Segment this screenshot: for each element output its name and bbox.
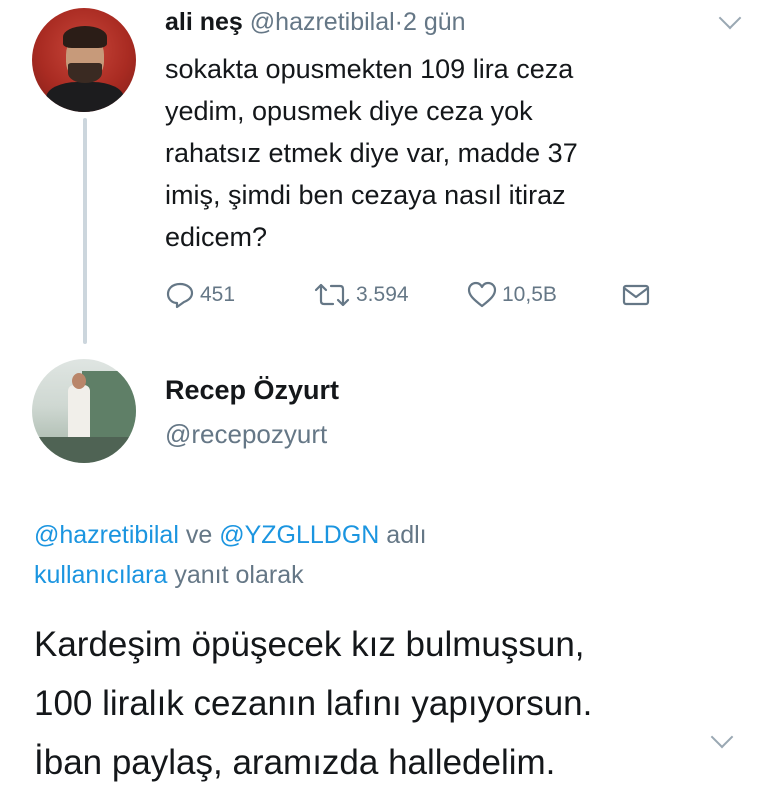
replying-to-line: @hazretibilal ve @YZGLLDGN adlı — [34, 515, 734, 555]
replying-suffix: adlı — [386, 521, 427, 549]
author-name[interactable]: ali neş — [165, 8, 243, 36]
mail-icon — [622, 284, 650, 306]
like-count: 10,5B — [502, 283, 557, 306]
chevron-down-icon[interactable] — [718, 6, 742, 30]
direct-message-button[interactable] — [621, 278, 656, 312]
tweet-actions: 451 3.594 10,5B — [165, 278, 685, 312]
thread-line — [83, 118, 87, 344]
reply-avatar[interactable] — [32, 359, 136, 463]
heart-icon — [467, 281, 497, 308]
replying-suffix: yanıt olarak — [174, 561, 304, 589]
tweet-time[interactable]: 2 gün — [403, 8, 466, 36]
retweet-count: 3.594 — [356, 283, 409, 306]
retweet-button[interactable]: 3.594 — [313, 278, 409, 312]
tweet-text-line: yedim, opusmek diye ceza yok — [165, 96, 533, 126]
avatar-table-shape — [32, 437, 136, 463]
tweet-text-line: imiş, şimdi ben cezaya nasıl itiraz — [165, 180, 566, 210]
replying-conj: ve — [185, 521, 213, 549]
avatar[interactable] — [32, 8, 136, 112]
mention-link[interactable]: @YZGLLDGN — [219, 521, 379, 549]
reply-icon — [166, 282, 194, 309]
tweet-header: ali neş @hazretibilal·2 gün — [165, 6, 466, 38]
retweet-icon — [314, 283, 350, 307]
reply-tweet: Recep Özyurt @recepozyurt @hazretibilal … — [0, 345, 768, 804]
mention-link[interactable]: @hazretibilal — [34, 521, 179, 549]
reply-author-name[interactable]: Recep Özyurt — [165, 375, 339, 406]
avatar-body-shape — [46, 82, 124, 112]
users-link[interactable]: kullanıcılara — [34, 561, 167, 589]
avatar-background-shape — [82, 371, 136, 443]
tweet-text-line: edicem? — [165, 222, 268, 252]
reply-text: Kardeşim öpüşecek kız bulmuşsun, 100 lir… — [34, 615, 744, 792]
avatar-beard-shape — [68, 63, 102, 83]
reply-text-line: Kardeşim öpüşecek kız bulmuşsun, — [34, 625, 585, 664]
separator-dot: · — [394, 8, 403, 36]
avatar-hair-shape — [63, 26, 107, 48]
tweet-text-line: rahatsız etmek diye var, madde 37 — [165, 138, 578, 168]
reply-count: 451 — [200, 283, 236, 306]
avatar-person-shape — [68, 385, 90, 441]
reply-button[interactable]: 451 — [165, 278, 235, 312]
replying-to-line: kullanıcılara yanıt olarak — [34, 555, 734, 595]
avatar-head-shape — [72, 373, 86, 389]
author-handle[interactable]: @hazretibilal — [250, 8, 395, 36]
original-tweet: ali neş @hazretibilal·2 gün sokakta opus… — [0, 0, 768, 345]
reply-text-line: İban paylaş, aramızda halledelim. — [34, 743, 556, 782]
reply-text-line: 100 liralık cezanın lafını yapıyorsun. — [34, 684, 593, 723]
reply-author-handle[interactable]: @recepozyurt — [165, 419, 327, 450]
tweet-text-line: sokakta opusmekten 109 lira ceza — [165, 54, 574, 84]
like-button[interactable]: 10,5B — [467, 278, 557, 312]
replying-to: @hazretibilal ve @YZGLLDGN adlı kullanıc… — [34, 515, 734, 595]
tweet-text: sokakta opusmekten 109 lira ceza yedim, … — [165, 48, 725, 258]
